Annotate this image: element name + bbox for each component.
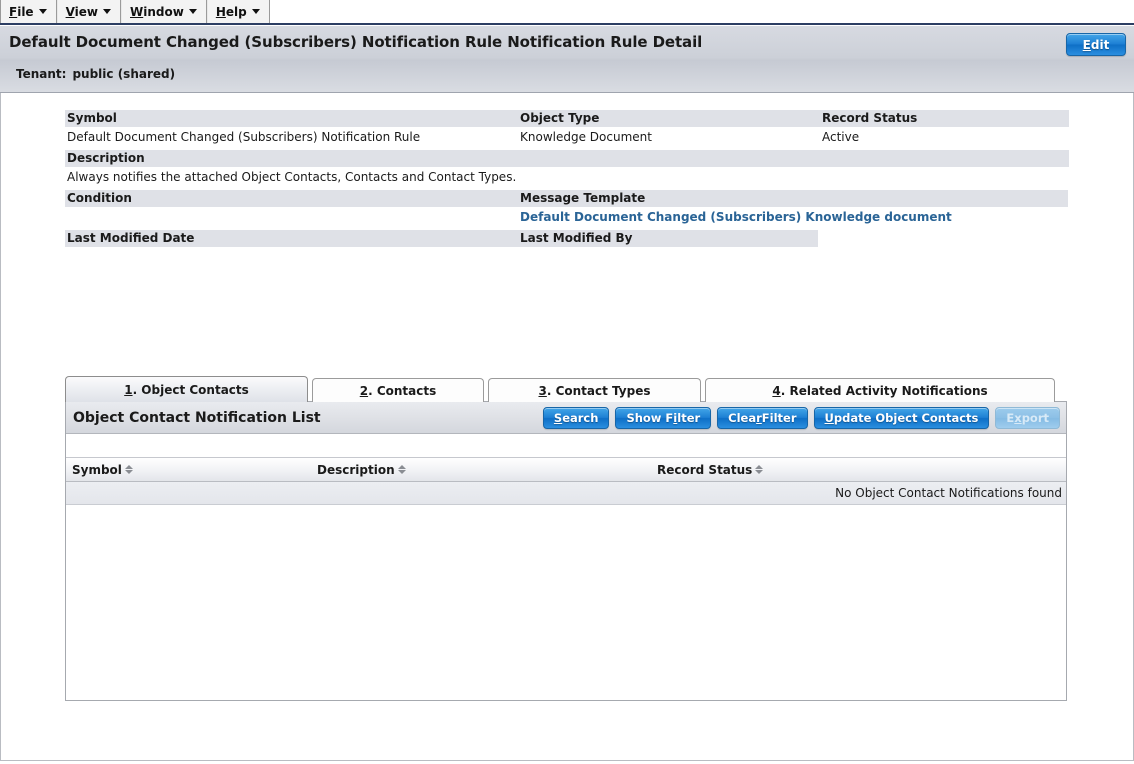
chevron-down-icon	[38, 9, 47, 14]
search-button[interactable]: Search	[542, 406, 610, 429]
table-body	[66, 505, 1066, 695]
table-header-row: Symbol Description Record Status	[66, 457, 1066, 482]
page-header: Default Document Changed (Subscribers) N…	[0, 25, 1134, 93]
menu-item-window[interactable]: Window	[121, 0, 207, 23]
column-header-record-status-label: Record Status	[657, 462, 753, 477]
results-table: Symbol Description Record Status No Obje…	[66, 457, 1066, 695]
empty-results-message: No Object Contact Notifications found	[835, 486, 1062, 500]
tenant-value: public (shared)	[72, 67, 176, 81]
chevron-down-icon	[188, 9, 197, 14]
tab-panel: 1. Object Contacts 2. Contacts 3. Contac…	[65, 375, 1067, 701]
detail-fields: Symbol Object Type Record Status Default…	[65, 110, 1069, 270]
description-value: Always notifies the attached Object Cont…	[65, 167, 1069, 190]
content-area: Symbol Object Type Record Status Default…	[0, 93, 1134, 761]
list-toolbar: Object Contact Notification List Search …	[66, 402, 1066, 434]
menu-item-help-label: Help	[215, 4, 247, 19]
detail-row-4-values	[65, 247, 1069, 270]
sort-arrows-icon	[755, 465, 764, 474]
detail-row-3: Condition Message Template	[65, 190, 1069, 207]
menu-item-view-label: View	[65, 4, 98, 19]
detail-row-3-values: Default Document Changed (Subscribers) K…	[65, 207, 1069, 230]
symbol-label: Symbol	[65, 110, 518, 127]
menu-item-help[interactable]: Help	[206, 0, 270, 23]
update-object-contacts-button[interactable]: Update Object Contacts	[813, 406, 990, 429]
menu-item-view[interactable]: View	[56, 0, 121, 23]
condition-label: Condition	[65, 190, 518, 207]
sort-arrows-icon	[124, 465, 133, 474]
column-header-description-label: Description	[317, 462, 395, 477]
menu-item-window-label: Window	[130, 4, 184, 19]
column-header-symbol[interactable]: Symbol	[66, 463, 311, 477]
last-modified-by-label: Last Modified By	[518, 230, 818, 247]
symbol-value: Default Document Changed (Subscribers) N…	[65, 127, 518, 150]
message-template-link[interactable]: Default Document Changed (Subscribers) K…	[518, 207, 1068, 230]
object-type-label: Object Type	[518, 110, 820, 127]
tab-strip: 1. Object Contacts 2. Contacts 3. Contac…	[65, 375, 1067, 402]
detail-row-2-values: Always notifies the attached Object Cont…	[65, 167, 1069, 190]
detail-row-4: Last Modified Date Last Modified By	[65, 230, 1069, 247]
application-window: File View Window Help Default Document C…	[0, 0, 1134, 764]
column-header-record-status[interactable]: Record Status	[651, 463, 1064, 477]
tab-body: Object Contact Notification List Search …	[65, 401, 1067, 701]
description-label: Description	[65, 150, 1069, 167]
sort-arrows-icon	[397, 465, 406, 474]
clear-filter-button[interactable]: Clea r Filter	[717, 406, 808, 429]
list-title: Object Contact Notification List	[73, 409, 321, 426]
record-status-label: Record Status	[820, 110, 1069, 127]
chevron-down-icon	[103, 9, 111, 14]
menu-bar: File View Window Help	[0, 0, 1134, 25]
empty-results-row: No Object Contact Notifications found	[66, 482, 1066, 505]
last-modified-date-value	[65, 247, 518, 270]
menu-item-file[interactable]: File	[0, 0, 57, 23]
tenant-label: Tenant:	[16, 67, 67, 81]
object-type-value: Knowledge Document	[518, 127, 820, 150]
detail-row-1: Symbol Object Type Record Status	[65, 110, 1069, 127]
detail-row-2: Description	[65, 150, 1069, 167]
tab-contacts[interactable]: 2. Contacts	[312, 378, 484, 402]
chevron-down-icon	[251, 9, 260, 14]
tab-related-activity-notifications[interactable]: 4. Related Activity Notifications	[705, 378, 1055, 402]
column-header-description[interactable]: Description	[311, 463, 651, 477]
last-modified-date-label: Last Modified Date	[65, 230, 518, 247]
column-header-symbol-label: Symbol	[72, 462, 122, 477]
message-template-label: Message Template	[518, 190, 1068, 207]
edit-button[interactable]: Edit	[1066, 33, 1126, 56]
tab-object-contacts[interactable]: 1. Object Contacts	[65, 376, 308, 402]
show-filter-button[interactable]: Show Fi lter	[615, 406, 712, 429]
menu-item-file-label: File	[9, 4, 34, 19]
condition-value	[65, 207, 518, 230]
page-title: Default Document Changed (Subscribers) N…	[9, 33, 703, 51]
detail-row-1-values: Default Document Changed (Subscribers) N…	[65, 127, 1069, 150]
export-button: Ex port	[995, 406, 1060, 429]
tenant-info: Tenant: public (shared)	[16, 67, 175, 81]
tab-contact-types[interactable]: 3. Contact Types	[488, 378, 701, 402]
record-status-value: Active	[820, 127, 1069, 150]
last-modified-by-value	[518, 247, 818, 270]
